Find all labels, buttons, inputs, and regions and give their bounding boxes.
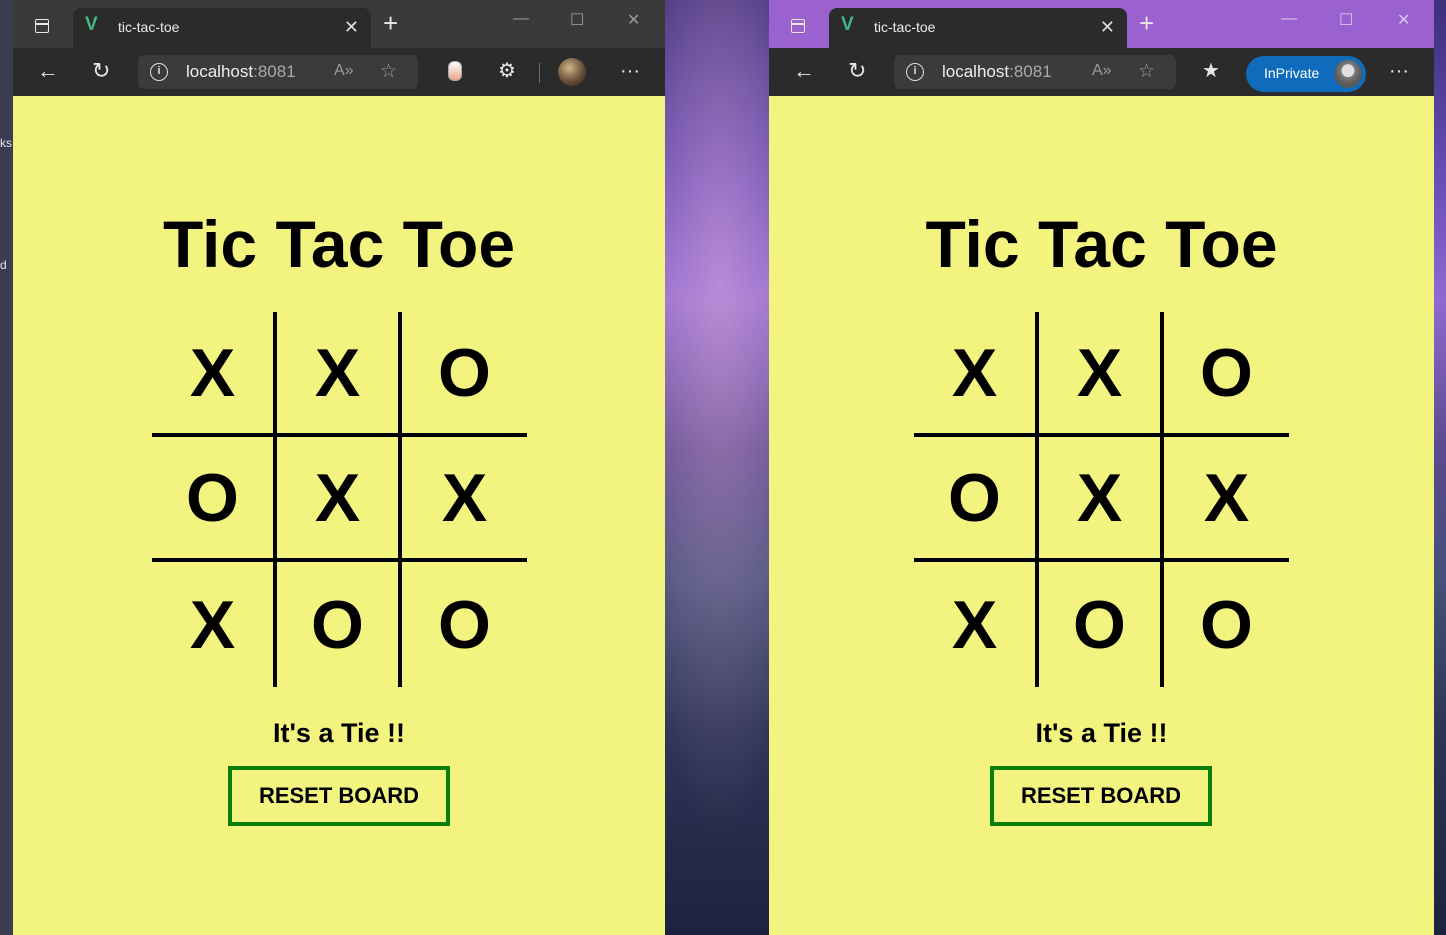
board-cell[interactable]: X: [1039, 437, 1164, 562]
tab-title: tic-tac-toe: [118, 19, 180, 35]
inprivate-badge[interactable]: InPrivate: [1246, 56, 1366, 92]
url-text: localhost:8081: [942, 62, 1052, 81]
desktop-edge: ks d: [0, 0, 14, 935]
address-bar[interactable]: i localhost:8081 A» ☆: [894, 55, 1176, 89]
board-cell[interactable]: X: [277, 437, 402, 562]
tab-title: tic-tac-toe: [874, 19, 936, 35]
maximize-button[interactable]: ☐: [1339, 10, 1353, 30]
read-aloud-icon[interactable]: A»: [334, 62, 354, 80]
board-cell[interactable]: X: [277, 312, 402, 437]
browser-toolbar: ← ↻ i localhost:8081 A» ☆ ★ InPrivate ··…: [769, 48, 1434, 96]
board-cell[interactable]: X: [914, 562, 1039, 687]
board-cell[interactable]: O: [1164, 562, 1289, 687]
page-content: Tic Tac Toe X X O O X X X O O It's a Tie…: [13, 96, 665, 935]
close-window-button[interactable]: ✕: [627, 10, 640, 30]
more-options-icon[interactable]: ···: [1389, 58, 1409, 84]
add-favorite-icon[interactable]: ☆: [380, 60, 397, 83]
board-cell[interactable]: X: [152, 312, 277, 437]
more-options-icon[interactable]: ···: [620, 58, 640, 84]
minimize-button[interactable]: —: [513, 10, 529, 28]
board-cell[interactable]: O: [1164, 312, 1289, 437]
board-cell[interactable]: O: [1039, 562, 1164, 687]
extensions-puzzle-icon[interactable]: ⚙: [498, 58, 516, 84]
game-board: X X O O X X X O O: [152, 312, 527, 687]
tab-close-icon[interactable]: ✕: [344, 17, 359, 38]
reset-board-button[interactable]: RESET BOARD: [990, 766, 1212, 826]
toolbar-separator: [539, 63, 540, 83]
extension-icon[interactable]: [448, 61, 462, 81]
add-favorite-icon[interactable]: ☆: [1138, 60, 1155, 83]
inprivate-avatar-icon: [1334, 60, 1362, 88]
board-cell[interactable]: O: [402, 312, 527, 437]
desktop-text-fragment: ks: [0, 136, 12, 150]
maximize-button[interactable]: ☐: [570, 10, 584, 30]
board-cell[interactable]: X: [152, 562, 277, 687]
tab-actions-icon[interactable]: [791, 19, 805, 33]
tab-bar: V tic-tac-toe ✕ + — ☐ ✕: [769, 0, 1434, 48]
board-cell[interactable]: X: [1164, 437, 1289, 562]
read-aloud-icon[interactable]: A»: [1092, 62, 1112, 80]
tab-bar: V tic-tac-toe ✕ + — ☐ ✕: [13, 0, 665, 48]
tab-actions-icon[interactable]: [35, 19, 49, 33]
desktop-text-fragment: d: [0, 258, 7, 272]
minimize-button[interactable]: —: [1281, 10, 1297, 28]
tab-close-icon[interactable]: ✕: [1100, 17, 1115, 38]
favorites-icon[interactable]: ★: [1202, 58, 1220, 84]
url-text: localhost:8081: [186, 62, 296, 81]
board-cell[interactable]: O: [277, 562, 402, 687]
game-title: Tic Tac Toe: [162, 207, 516, 281]
profile-avatar[interactable]: [558, 58, 586, 86]
page-content: Tic Tac Toe X X O O X X X O O It's a Tie…: [769, 96, 1434, 935]
back-arrow-icon[interactable]: ←: [37, 58, 59, 84]
board-cell[interactable]: X: [914, 312, 1039, 437]
board-cell[interactable]: O: [914, 437, 1039, 562]
tab-tic-tac-toe[interactable]: V tic-tac-toe ✕: [829, 8, 1127, 48]
tab-tic-tac-toe[interactable]: V tic-tac-toe ✕: [73, 8, 371, 48]
inprivate-label: InPrivate: [1264, 65, 1320, 81]
back-arrow-icon[interactable]: ←: [793, 58, 815, 84]
site-info-icon[interactable]: i: [906, 63, 924, 81]
game-title: Tic Tac Toe: [925, 207, 1278, 281]
browser-window-left: V tic-tac-toe ✕ + — ☐ ✕ ← ↻ i localhost:…: [13, 0, 665, 935]
site-info-icon[interactable]: i: [150, 63, 168, 81]
vue-favicon-icon: V: [841, 14, 854, 35]
board-cell[interactable]: O: [152, 437, 277, 562]
browser-window-right: V tic-tac-toe ✕ + — ☐ ✕ ← ↻ i localhost:…: [769, 0, 1434, 935]
address-bar[interactable]: i localhost:8081 A» ☆: [138, 55, 418, 89]
new-tab-button[interactable]: +: [1139, 10, 1154, 36]
game-board: X X O O X X X O O: [914, 312, 1289, 687]
board-cell[interactable]: X: [1039, 312, 1164, 437]
close-window-button[interactable]: ✕: [1397, 10, 1410, 30]
new-tab-button[interactable]: +: [383, 10, 398, 36]
board-cell[interactable]: O: [402, 562, 527, 687]
refresh-icon[interactable]: ↻: [848, 58, 866, 84]
browser-toolbar: ← ↻ i localhost:8081 A» ☆ ⚙ ···: [13, 48, 665, 96]
game-status: It's a Tie !!: [273, 718, 405, 748]
refresh-icon[interactable]: ↻: [92, 58, 110, 84]
reset-board-button[interactable]: RESET BOARD: [228, 766, 450, 826]
board-cell[interactable]: X: [402, 437, 527, 562]
vue-favicon-icon: V: [85, 14, 98, 35]
game-status: It's a Tie !!: [1035, 718, 1168, 748]
